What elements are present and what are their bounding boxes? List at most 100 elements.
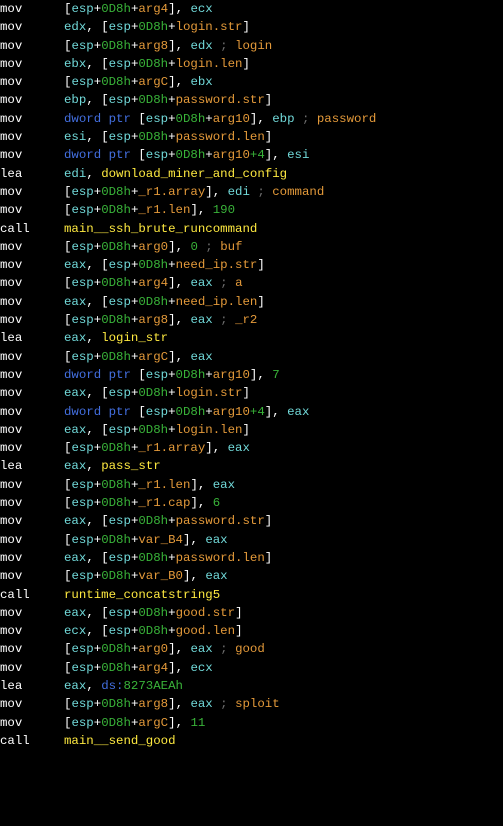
mnemonic: mov: [0, 514, 22, 528]
plus: +: [168, 368, 175, 382]
offset: 0D8h: [138, 258, 168, 272]
asm-line[interactable]: mov[esp+0D8h+arg4], eax ; a: [0, 274, 503, 292]
asm-line[interactable]: callmain__send_good: [0, 732, 503, 750]
asm-line[interactable]: mov[esp+0D8h+arg8], eax ; _r2: [0, 311, 503, 329]
asm-line[interactable]: movdword ptr [esp+0D8h+arg10+4], eax: [0, 403, 503, 421]
keyword: dword ptr: [64, 112, 138, 126]
asm-line[interactable]: callruntime_concatstring5: [0, 586, 503, 604]
asm-line[interactable]: movecx, [esp+0D8h+good.len]: [0, 622, 503, 640]
offset: 0D8h: [138, 295, 168, 309]
base-register: esp: [109, 423, 131, 437]
asm-line[interactable]: mov[esp+0D8h+_r1.len], eax: [0, 476, 503, 494]
asm-line[interactable]: mov[esp+0D8h+arg8], eax ; sploit: [0, 695, 503, 713]
struct-member: password.str: [176, 514, 265, 528]
asm-line[interactable]: mov[esp+0D8h+argC], eax: [0, 348, 503, 366]
asm-line[interactable]: mov[esp+0D8h+_r1.array], eax: [0, 439, 503, 457]
bracket-close: ]: [265, 551, 272, 565]
mnemonic-col: mov: [0, 476, 64, 494]
asm-line[interactable]: moveax, [esp+0D8h+password.str]: [0, 512, 503, 530]
asm-line[interactable]: movdword ptr [esp+0D8h+arg10], ebp ; pas…: [0, 110, 503, 128]
asm-line[interactable]: moveax, [esp+0D8h+good.str]: [0, 604, 503, 622]
comma: ,: [86, 331, 101, 345]
struct-member: arg8: [138, 697, 168, 711]
asm-line[interactable]: mov[esp+0D8h+var_B0], eax: [0, 567, 503, 585]
register: eax: [64, 606, 86, 620]
bracket-close: ]: [168, 313, 175, 327]
offset: 0D8h: [101, 240, 131, 254]
asm-line[interactable]: leaeax, login_str: [0, 329, 503, 347]
asm-line[interactable]: movebx, [esp+0D8h+login.len]: [0, 55, 503, 73]
comma: ,: [86, 93, 101, 107]
asm-line[interactable]: moveax, [esp+0D8h+login.len]: [0, 421, 503, 439]
mnemonic: mov: [0, 405, 22, 419]
struct-member: arg8: [138, 313, 168, 327]
bracket-close: ]: [235, 606, 242, 620]
asm-line[interactable]: leaedi, download_miner_and_config: [0, 165, 503, 183]
plus: +: [168, 295, 175, 309]
struct-member: arg4: [138, 661, 168, 675]
mnemonic: mov: [0, 716, 22, 730]
comma: ,: [190, 569, 205, 583]
mnemonic: mov: [0, 386, 22, 400]
asm-line[interactable]: mov[esp+0D8h+argC], 11: [0, 714, 503, 732]
asm-line[interactable]: mov[esp+0D8h+arg4], ecx: [0, 0, 503, 18]
offset: 0D8h: [101, 39, 131, 53]
comment: ;: [213, 39, 235, 53]
asm-line[interactable]: moveax, [esp+0D8h+password.len]: [0, 549, 503, 567]
offset: 0D8h: [176, 368, 206, 382]
comma: ,: [198, 496, 213, 510]
symbol-name: download_miner_and_config: [101, 167, 287, 181]
mnemonic-col: mov: [0, 293, 64, 311]
asm-line[interactable]: movedx, [esp+0D8h+login.str]: [0, 18, 503, 36]
asm-line[interactable]: movdword ptr [esp+0D8h+arg10+4], esi: [0, 146, 503, 164]
offset: 0D8h: [138, 551, 168, 565]
comment: ;: [213, 276, 235, 290]
offset: 0D8h: [101, 185, 131, 199]
asm-line[interactable]: mov[esp+0D8h+_r1.array], edi ; command: [0, 183, 503, 201]
asm-line[interactable]: moveax, [esp+0D8h+need_ip.len]: [0, 293, 503, 311]
mnemonic-col: mov: [0, 384, 64, 402]
asm-line[interactable]: movdword ptr [esp+0D8h+arg10], 7: [0, 366, 503, 384]
mnemonic-col: mov: [0, 274, 64, 292]
comma: ,: [86, 295, 101, 309]
comma: ,: [86, 423, 101, 437]
base-register: esp: [71, 661, 93, 675]
asm-line[interactable]: mov[esp+0D8h+arg4], ecx: [0, 659, 503, 677]
mnemonic-col: mov: [0, 348, 64, 366]
asm-line[interactable]: mov[esp+0D8h+var_B4], eax: [0, 531, 503, 549]
register: eax: [64, 295, 86, 309]
offset: 0D8h: [138, 514, 168, 528]
asm-line[interactable]: movebp, [esp+0D8h+password.str]: [0, 91, 503, 109]
comment-keyword: buf: [220, 240, 242, 254]
asm-line[interactable]: leaeax, ds:8273AEAh: [0, 677, 503, 695]
asm-line[interactable]: callmain__ssh_brute_runcommand: [0, 220, 503, 238]
asm-line[interactable]: mov[esp+0D8h+_r1.len], 190: [0, 201, 503, 219]
comma: ,: [213, 441, 228, 455]
offset: 0D8h: [138, 624, 168, 638]
base-register: esp: [71, 185, 93, 199]
asm-line[interactable]: mov[esp+0D8h+arg0], eax ; good: [0, 640, 503, 658]
asm-line[interactable]: moveax, [esp+0D8h+need_ip.str]: [0, 256, 503, 274]
comma: ,: [86, 386, 101, 400]
mnemonic-col: mov: [0, 183, 64, 201]
immediate: 190: [213, 203, 235, 217]
asm-line[interactable]: mov[esp+0D8h+argC], ebx: [0, 73, 503, 91]
register: eax: [213, 478, 235, 492]
plus: +: [168, 405, 175, 419]
bracket-close: ]: [190, 478, 197, 492]
base-register: esp: [71, 2, 93, 16]
base-register: esp: [146, 112, 168, 126]
asm-line[interactable]: mov[esp+0D8h+_r1.cap], 6: [0, 494, 503, 512]
base-register: esp: [146, 148, 168, 162]
offset: 0D8h: [101, 533, 131, 547]
asm-line[interactable]: moveax, [esp+0D8h+login.str]: [0, 384, 503, 402]
register: eax: [228, 441, 250, 455]
asm-line[interactable]: mov[esp+0D8h+arg0], 0 ; buf: [0, 238, 503, 256]
mnemonic: lea: [0, 331, 22, 345]
comma: ,: [257, 112, 272, 126]
base-register: esp: [109, 295, 131, 309]
asm-line[interactable]: mov[esp+0D8h+arg8], edx ; login: [0, 37, 503, 55]
asm-line[interactable]: movesi, [esp+0D8h+password.len]: [0, 128, 503, 146]
immediate: 0: [190, 240, 197, 254]
asm-line[interactable]: leaeax, pass_str: [0, 457, 503, 475]
